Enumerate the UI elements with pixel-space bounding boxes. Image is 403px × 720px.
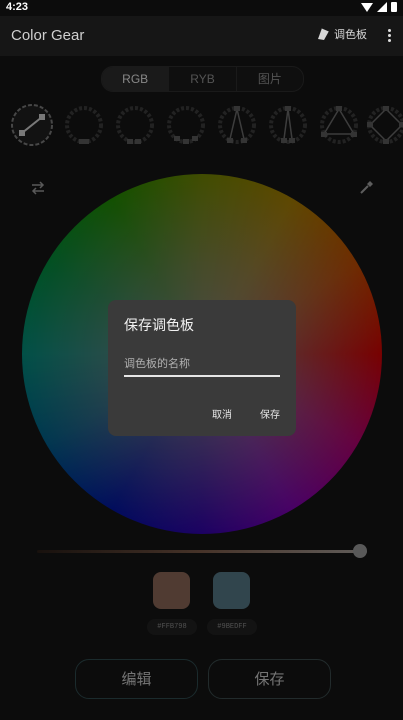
palette-icon	[316, 27, 330, 41]
more-options-icon[interactable]	[385, 28, 393, 44]
dialog-title: 保存调色板	[124, 318, 194, 334]
app-bar: Color Gear 调色板	[0, 16, 403, 56]
palette-button[interactable]: 调色板	[316, 26, 367, 42]
status-icons	[361, 2, 397, 12]
palette-name-input[interactable]	[124, 351, 280, 377]
battery-icon	[391, 2, 397, 12]
status-bar: 4:23	[0, 0, 403, 16]
save-palette-dialog: 保存调色板 取消 保存	[108, 300, 296, 436]
palette-label: 调色板	[334, 28, 367, 41]
app-title: Color Gear	[11, 27, 85, 44]
status-time: 4:23	[6, 1, 29, 13]
dialog-save-button[interactable]: 保存	[260, 406, 280, 421]
wifi-icon	[361, 2, 373, 12]
signal-icon	[377, 2, 387, 12]
dialog-cancel-button[interactable]: 取消	[212, 406, 232, 421]
